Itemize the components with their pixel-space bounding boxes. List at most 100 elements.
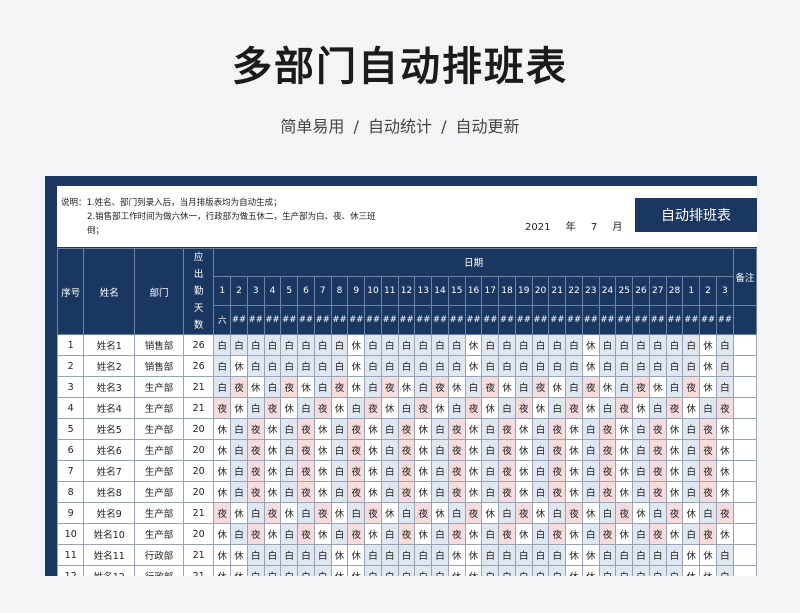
shift-cell[interactable]: 休 [715,481,734,503]
shift-cell[interactable]: 休 [246,376,265,398]
shift-cell[interactable]: 白 [397,334,416,356]
days-cell[interactable]: 20 [182,418,215,440]
shift-cell[interactable]: 休 [313,460,332,482]
shift-cell[interactable]: 休 [581,544,600,566]
shift-cell[interactable]: 白 [297,502,315,524]
shift-cell[interactable]: 白 [548,565,567,576]
shift-cell[interactable]: 白 [431,565,449,576]
name-cell[interactable]: 姓名7 [83,460,136,482]
shift-cell[interactable]: 夜 [246,439,265,461]
shift-cell[interactable]: 夜 [548,481,567,503]
shift-cell[interactable]: 白 [364,544,382,566]
shift-cell[interactable]: 休 [330,565,349,576]
shift-cell[interactable]: 休 [213,565,232,576]
shift-cell[interactable]: 夜 [280,376,299,398]
shift-cell[interactable]: 休 [615,418,634,440]
shift-cell[interactable]: 休 [447,544,466,566]
shift-cell[interactable]: 白 [632,544,650,566]
shift-cell[interactable]: 休 [464,565,483,576]
shift-cell[interactable]: 白 [665,334,684,356]
shift-cell[interactable]: 白 [447,334,466,356]
days-cell[interactable]: 20 [182,439,215,461]
shift-cell[interactable]: 白 [364,376,382,398]
shift-cell[interactable]: 夜 [682,376,701,398]
shift-cell[interactable]: 休 [397,376,416,398]
shift-cell[interactable]: 白 [431,481,449,503]
shift-cell[interactable]: 休 [548,376,567,398]
shift-cell[interactable]: 白 [581,481,600,503]
shift-cell[interactable]: 白 [531,544,550,566]
shift-cell[interactable]: 夜 [364,397,382,419]
shift-cell[interactable]: 白 [665,355,684,377]
shift-cell[interactable]: 夜 [263,397,282,419]
shift-cell[interactable]: 休 [263,460,282,482]
shift-cell[interactable]: 休 [263,481,282,503]
shift-cell[interactable]: 夜 [447,418,466,440]
shift-cell[interactable]: 白 [313,565,332,576]
seq-cell[interactable]: 12 [57,565,85,576]
shift-cell[interactable]: 白 [263,565,282,576]
shift-cell[interactable]: 白 [548,355,567,377]
shift-cell[interactable]: 休 [213,439,232,461]
shift-cell[interactable]: 休 [230,355,248,377]
shift-cell[interactable]: 休 [632,502,650,524]
shift-cell[interactable]: 白 [313,355,332,377]
seq-cell[interactable]: 8 [57,481,85,503]
shift-cell[interactable]: 白 [397,544,416,566]
shift-cell[interactable]: 白 [632,481,650,503]
shift-cell[interactable]: 白 [397,397,416,419]
shift-cell[interactable]: 白 [615,565,634,576]
shift-cell[interactable]: 白 [581,418,600,440]
shift-cell[interactable]: 夜 [397,523,416,545]
shift-cell[interactable]: 休 [313,418,332,440]
note-cell[interactable] [732,544,757,566]
shift-cell[interactable]: 白 [481,334,500,356]
shift-cell[interactable]: 白 [431,418,449,440]
shift-cell[interactable]: 白 [230,334,248,356]
shift-cell[interactable]: 白 [447,355,466,377]
shift-cell[interactable]: 休 [565,544,583,566]
shift-cell[interactable]: 白 [481,565,500,576]
shift-cell[interactable]: 白 [297,565,315,576]
shift-cell[interactable]: 夜 [464,397,483,419]
seq-cell[interactable]: 6 [57,439,85,461]
shift-cell[interactable]: 白 [632,334,650,356]
shift-cell[interactable]: 白 [615,544,634,566]
shift-cell[interactable]: 夜 [565,397,583,419]
shift-cell[interactable]: 休 [347,544,366,566]
shift-cell[interactable]: 白 [514,334,533,356]
shift-cell[interactable]: 休 [313,439,332,461]
days-cell[interactable]: 26 [182,355,215,377]
shift-cell[interactable]: 白 [246,397,265,419]
shift-cell[interactable]: 白 [230,439,248,461]
shift-cell[interactable]: 休 [514,481,533,503]
shift-cell[interactable]: 夜 [414,502,433,524]
shift-cell[interactable]: 休 [464,544,483,566]
shift-cell[interactable]: 休 [213,460,232,482]
shift-cell[interactable]: 白 [313,334,332,356]
shift-cell[interactable]: 夜 [498,460,516,482]
shift-cell[interactable]: 白 [531,355,550,377]
shift-cell[interactable]: 休 [364,523,382,545]
shift-cell[interactable]: 夜 [648,439,667,461]
shift-cell[interactable]: 白 [648,565,667,576]
shift-cell[interactable]: 夜 [514,397,533,419]
shift-cell[interactable]: 白 [297,334,315,356]
shift-cell[interactable]: 休 [464,334,483,356]
shift-cell[interactable]: 休 [230,397,248,419]
shift-cell[interactable]: 白 [665,376,684,398]
shift-cell[interactable]: 休 [615,481,634,503]
shift-cell[interactable]: 白 [464,376,483,398]
shift-cell[interactable]: 夜 [699,439,717,461]
shift-cell[interactable]: 休 [648,376,667,398]
shift-cell[interactable]: 白 [715,565,734,576]
shift-cell[interactable]: 白 [364,355,382,377]
shift-cell[interactable]: 白 [230,481,248,503]
shift-cell[interactable]: 夜 [347,481,366,503]
shift-cell[interactable]: 白 [682,460,701,482]
shift-cell[interactable]: 夜 [498,481,516,503]
dept-cell[interactable]: 销售部 [134,334,184,356]
shift-cell[interactable]: 夜 [397,439,416,461]
shift-cell[interactable]: 夜 [699,418,717,440]
name-cell[interactable]: 姓名3 [83,376,136,398]
